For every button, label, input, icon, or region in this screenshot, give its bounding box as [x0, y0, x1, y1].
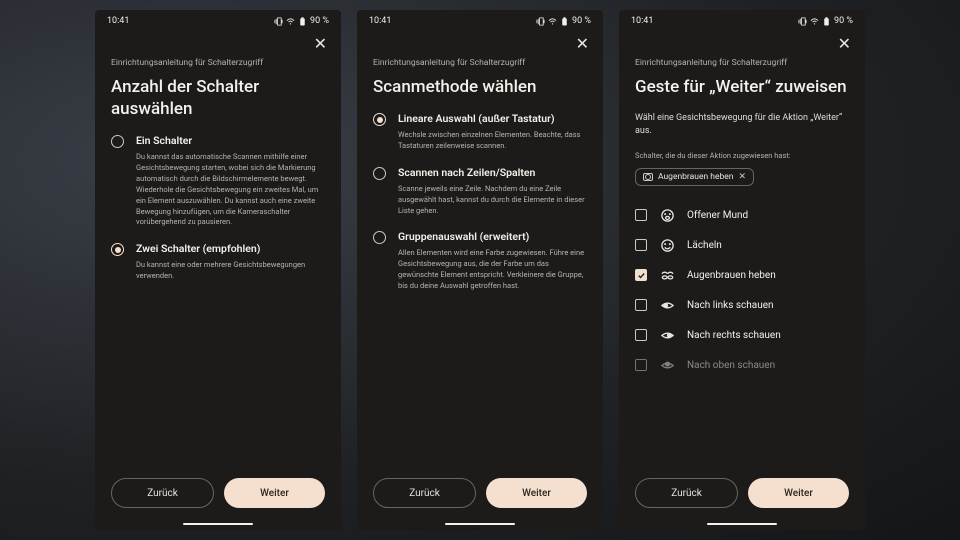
eye-icon	[659, 327, 675, 343]
wizard-subheading: Einrichtungsanleitung für Schalterzugrif…	[357, 58, 603, 68]
phone-screen-2: 10:41 90 % ✕ Einrichtungsanleitung für S…	[357, 10, 603, 530]
option-title: Lineare Auswahl (außer Tastatur)	[398, 112, 587, 125]
vibrate-icon	[536, 17, 545, 26]
checkbox-icon	[635, 329, 647, 341]
next-button[interactable]: Weiter	[748, 478, 849, 508]
wifi-icon	[810, 17, 819, 26]
battery-icon	[560, 17, 569, 26]
wifi-icon	[548, 17, 557, 26]
option-title: Zwei Schalter (empfohlen)	[136, 242, 325, 255]
wifi-icon	[286, 17, 295, 26]
status-bar: 10:41 90 %	[95, 10, 341, 30]
page-title: Anzahl der Schalter auswählen	[95, 68, 341, 134]
page-title: Scanmethode wählen	[357, 68, 603, 112]
option-group[interactable]: Gruppenauswahl (erweitert) Allen Element…	[373, 230, 587, 292]
gesture-label: Nach links schauen	[687, 300, 774, 311]
next-button[interactable]: Weiter	[486, 478, 587, 508]
checkbox-icon	[635, 299, 647, 311]
close-icon[interactable]: ✕	[838, 36, 851, 52]
radio-icon	[373, 167, 386, 180]
status-battery: 90 %	[572, 16, 591, 26]
status-battery: 90 %	[834, 16, 853, 26]
option-title: Ein Schalter	[136, 134, 325, 147]
close-icon[interactable]: ✕	[314, 36, 327, 52]
options-list: Ein Schalter Du kannst das automatische …	[95, 134, 341, 466]
gesture-look-left[interactable]: Nach links schauen	[635, 290, 849, 320]
checkbox-icon	[635, 269, 647, 281]
radio-icon	[111, 243, 124, 256]
camera-icon	[643, 173, 653, 181]
status-bar: 10:41 90 %	[357, 10, 603, 30]
gesture-look-up[interactable]: Nach oben schauen	[635, 350, 849, 380]
gesture-label: Augenbrauen heben	[687, 270, 776, 281]
gesture-label: Lächeln	[687, 240, 722, 251]
status-time: 10:41	[107, 16, 129, 26]
phone-screen-1: 10:41 90 % ✕ Einrichtungsanleitung für S…	[95, 10, 341, 530]
chip-remove-icon[interactable]: ✕	[738, 172, 746, 182]
gesture-list: Offener Mund Lächeln Augenbrauen heben N…	[619, 200, 865, 380]
battery-icon	[822, 17, 831, 26]
chip-text: Augenbrauen heben	[658, 172, 733, 182]
gesture-label: Offener Mund	[687, 210, 748, 221]
option-desc: Wechsle zwischen einzelnen Elementen. Be…	[398, 130, 587, 152]
status-time: 10:41	[631, 16, 653, 26]
home-indicator[interactable]	[357, 518, 603, 530]
status-bar: 10:41 90 %	[619, 10, 865, 30]
option-desc: Du kannst eine oder mehrere Gesichtsbewe…	[136, 260, 325, 282]
gesture-open-mouth[interactable]: Offener Mund	[635, 200, 849, 230]
option-one-switch[interactable]: Ein Schalter Du kannst das automatische …	[111, 134, 325, 228]
radio-icon	[111, 135, 124, 148]
option-rowscan[interactable]: Scannen nach Zeilen/Spalten Scanne jewei…	[373, 166, 587, 217]
options-list: Lineare Auswahl (außer Tastatur) Wechsle…	[357, 112, 603, 466]
radio-icon	[373, 113, 386, 126]
status-icons: 90 %	[798, 16, 853, 26]
chip-label: Schalter, die du dieser Aktion zugewiese…	[619, 147, 865, 166]
radio-icon	[373, 231, 386, 244]
option-title: Scannen nach Zeilen/Spalten	[398, 166, 587, 179]
checkbox-icon	[635, 239, 647, 251]
wizard-subheading: Einrichtungsanleitung für Schalterzugrif…	[619, 58, 865, 68]
eyebrows-icon	[659, 267, 675, 283]
status-icons: 90 %	[536, 16, 591, 26]
gesture-label: Nach oben schauen	[687, 360, 775, 371]
open-mouth-icon	[659, 207, 675, 223]
phone-screen-3: 10:41 90 % ✕ Einrichtungsanleitung für S…	[619, 10, 865, 530]
eye-icon	[659, 357, 675, 373]
status-time: 10:41	[369, 16, 391, 26]
back-button[interactable]: Zurück	[373, 478, 476, 508]
option-desc: Du kannst das automatische Scannen mithi…	[136, 152, 325, 228]
smile-icon	[659, 237, 675, 253]
assigned-switch-chip[interactable]: Augenbrauen heben ✕	[635, 168, 754, 186]
home-indicator[interactable]	[95, 518, 341, 530]
option-desc: Allen Elementen wird eine Farbe zugewies…	[398, 248, 587, 292]
eye-icon	[659, 297, 675, 313]
option-linear[interactable]: Lineare Auswahl (außer Tastatur) Wechsle…	[373, 112, 587, 152]
wizard-subheading: Einrichtungsanleitung für Schalterzugrif…	[95, 58, 341, 68]
battery-icon	[298, 17, 307, 26]
gesture-label: Nach rechts schauen	[687, 330, 781, 341]
option-two-switches[interactable]: Zwei Schalter (empfohlen) Du kannst eine…	[111, 242, 325, 282]
option-desc: Scanne jeweils eine Zeile. Nachdem du ei…	[398, 184, 587, 217]
home-indicator[interactable]	[619, 518, 865, 530]
gesture-look-right[interactable]: Nach rechts schauen	[635, 320, 849, 350]
checkbox-icon	[635, 359, 647, 371]
gesture-smile[interactable]: Lächeln	[635, 230, 849, 260]
gesture-eyebrows[interactable]: Augenbrauen heben	[635, 260, 849, 290]
status-icons: 90 %	[274, 16, 329, 26]
checkbox-icon	[635, 209, 647, 221]
back-button[interactable]: Zurück	[111, 478, 214, 508]
page-title: Geste für „Weiter“ zuweisen	[619, 68, 865, 112]
status-battery: 90 %	[310, 16, 329, 26]
close-icon[interactable]: ✕	[576, 36, 589, 52]
vibrate-icon	[274, 17, 283, 26]
intro-text: Wähl eine Gesichtsbewegung für die Aktio…	[619, 112, 865, 147]
back-button[interactable]: Zurück	[635, 478, 738, 508]
vibrate-icon	[798, 17, 807, 26]
next-button[interactable]: Weiter	[224, 478, 325, 508]
option-title: Gruppenauswahl (erweitert)	[398, 230, 587, 243]
